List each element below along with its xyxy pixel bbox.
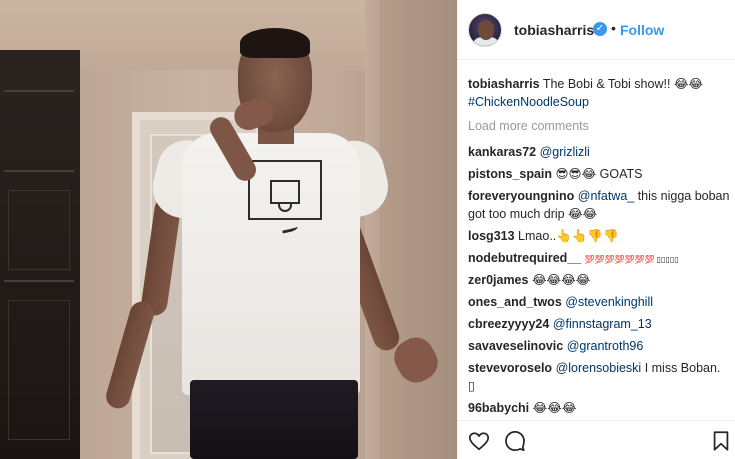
comment-item: savaveselinovic @grantroth96 <box>468 337 730 355</box>
load-more-comments-button[interactable]: Load more comments <box>468 119 589 133</box>
comment-item: nodebutrequired__ 💯💯💯💯💯💯💯 ▯▯▯▯▯ <box>468 249 730 269</box>
comment-text: 😂😂😂 <box>532 401 577 415</box>
comment-username[interactable]: kankaras72 <box>468 145 536 159</box>
comment-username[interactable]: losg313 <box>468 229 515 243</box>
comment-mention[interactable]: @grantroth96 <box>567 339 644 353</box>
post-sidebar: tobiasharris ✓ • Follow tobiasharris The… <box>457 0 735 459</box>
post-video[interactable] <box>0 0 457 459</box>
comment-mention[interactable]: @lorensobieski <box>556 361 642 375</box>
comment-username[interactable]: nodebutrequired__ <box>468 251 581 265</box>
separator-dot: • <box>611 20 616 36</box>
caption-hashtag[interactable]: #ChickenNoodleSoup <box>468 95 589 109</box>
verified-badge-icon: ✓ <box>593 22 607 36</box>
comment-text: 💯💯💯💯💯💯💯 ▯▯▯▯▯ <box>584 255 679 264</box>
comment-text: 😂😂😂😂 <box>531 273 591 287</box>
dark-cabinet <box>0 50 80 459</box>
comment-username[interactable]: stevevoroselo <box>468 361 552 375</box>
comment-item: pistons_spain 😎😎😂 GOATS <box>468 165 730 183</box>
comment-username[interactable]: foreveryoungnino <box>468 189 574 203</box>
comment-item: zer0james 😂😂😂😂 <box>468 271 730 289</box>
caption-username[interactable]: tobiasharris <box>468 77 540 91</box>
comment-username[interactable]: zer0james <box>468 273 528 287</box>
comment-icon[interactable] <box>504 430 526 452</box>
post-header: tobiasharris ✓ • Follow <box>458 0 735 60</box>
comment-mention[interactable]: @finnstagram_13 <box>553 317 652 331</box>
comment-item: losg313 Lmao..👆👆👎👎 <box>468 227 730 245</box>
wall <box>380 0 457 459</box>
comment-username[interactable]: cbreezyyyy24 <box>468 317 549 331</box>
follow-button[interactable]: Follow <box>620 22 664 38</box>
caption-text: The Bobi & Tobi show!! 😂😂 <box>542 77 704 91</box>
comment-item: 96babychi 😂😂😂 <box>468 399 730 417</box>
comment-item: stevevoroselo @lorensobieski I miss Boba… <box>468 359 730 395</box>
post-actions-bar <box>458 420 735 459</box>
comment-item: kankaras72 @grizlizli <box>468 143 730 161</box>
comment-username[interactable]: pistons_spain <box>468 167 552 181</box>
comments-list[interactable]: tobiasharris The Bobi & Tobi show!! 😂😂 #… <box>458 61 735 419</box>
comment-text: Lmao..👆👆👎👎 <box>518 229 619 243</box>
comment-username[interactable]: 96babychi <box>468 401 529 415</box>
heart-icon[interactable] <box>468 430 490 452</box>
post-caption: tobiasharris The Bobi & Tobi show!! 😂😂 #… <box>468 75 726 111</box>
dark-shorts <box>190 380 358 459</box>
comment-text: 😎😎😂 GOATS <box>555 167 643 181</box>
comment-item: ones_and_twos @stevenkinghill <box>468 293 730 311</box>
comment-mention[interactable]: @stevenkinghill <box>565 295 653 309</box>
avatar[interactable] <box>468 13 502 47</box>
comment-username[interactable]: savaveselinovic <box>468 339 563 353</box>
comment-username[interactable]: ones_and_twos <box>468 295 562 309</box>
post-author-username[interactable]: tobiasharris <box>514 22 594 38</box>
comment-item: cbreezyyyy24 @finnstagram_13 <box>468 315 730 333</box>
comment-mention[interactable]: @nfatwa_ <box>578 189 634 203</box>
comment-item: foreveryoungnino @nfatwa_ this nigga bob… <box>468 187 730 223</box>
bookmark-icon[interactable] <box>710 430 732 452</box>
comment-mention[interactable]: @grizlizli <box>540 145 590 159</box>
